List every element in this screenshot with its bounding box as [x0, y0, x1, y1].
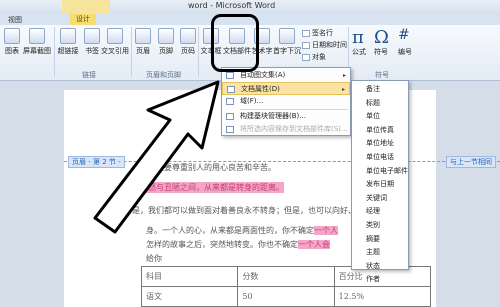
- title-bar: word - Microsoft Word: [0, 0, 500, 14]
- same-as-previous-tag: 与上一节相同: [446, 156, 496, 168]
- bookmark-icon: [84, 28, 100, 44]
- date-time-button[interactable]: 日期和时间: [302, 40, 347, 50]
- calendar-icon: [302, 41, 310, 49]
- equation-pi-icon[interactable]: π: [352, 27, 364, 48]
- menu-item-save-selection: 将所选内容保存到文档部件库(S)...: [222, 123, 350, 136]
- paragraph-line-1: 一点就是要尊重别人的用心良苦和辛苦。: [132, 163, 276, 172]
- number-label[interactable]: 编号: [398, 47, 412, 57]
- page-number-label: 页码: [181, 47, 195, 55]
- header-button[interactable]: 页眉: [132, 28, 154, 56]
- building-blocks-icon: [226, 113, 234, 120]
- chart-icon: [4, 28, 20, 44]
- signature-line-button[interactable]: 签名行: [302, 28, 333, 38]
- autotext-icon: [226, 72, 234, 79]
- submenu-item-manager[interactable]: 经理: [352, 205, 408, 219]
- object-icon: [302, 53, 310, 61]
- quick-parts-menu: 自动图文集(A) ▸ 文档属性(D) ▸ 域(F)... 构建基块管理器(B)...…: [221, 67, 351, 136]
- chart-label: 图表: [5, 47, 19, 55]
- signature-line-label: 签名行: [312, 29, 333, 37]
- submenu-arrow-icon: ▸: [342, 72, 346, 79]
- drop-cap-label: 首字下沉: [273, 47, 301, 55]
- field-icon: [226, 98, 234, 105]
- highlighted-phrase: 一个人: [314, 226, 338, 235]
- menu-item-building-blocks-organizer[interactable]: 构建基块管理器(B)...: [222, 110, 350, 123]
- submenu-item-title[interactable]: 标题: [352, 97, 408, 111]
- footer-button[interactable]: 页脚: [155, 28, 177, 56]
- submenu-item-company[interactable]: 单位: [352, 110, 408, 124]
- cross-reference-icon: [107, 28, 123, 44]
- submenu-item-company-address[interactable]: 单位地址: [352, 137, 408, 151]
- globe-link-icon: [60, 28, 76, 44]
- contextual-tab-header: [62, 0, 110, 14]
- page-number-button[interactable]: 页码: [177, 28, 199, 56]
- screenshot-button[interactable]: 屏幕截图: [22, 28, 52, 56]
- group-label-symbols: 符号: [375, 71, 389, 79]
- hyperlink-label: 超链接: [57, 47, 79, 55]
- document-property-icon: [227, 86, 235, 93]
- submenu-item-category[interactable]: 类别: [352, 219, 408, 233]
- table-row: 语文 50 12.5%: [140, 286, 432, 307]
- submenu-item-keywords[interactable]: 关键词: [352, 192, 408, 206]
- submenu-item-status[interactable]: 状态: [352, 260, 408, 274]
- group-label-header-footer: 页眉和页脚: [146, 71, 181, 79]
- save-selection-icon: [226, 126, 234, 133]
- header-section-tag: 页眉 - 第 2 节 -: [68, 156, 125, 168]
- paragraph-line-4: 身。一个人的心，从来都是两面性的，你不确定一个人: [146, 226, 338, 235]
- submenu-item-comments[interactable]: 备注: [352, 83, 408, 97]
- group-separator: [198, 27, 199, 77]
- document-property-submenu: 备注 标题 单位 单位传真 单位地址 单位电话 单位电子邮件 发布日期 关键词 …: [351, 80, 409, 283]
- chart-button[interactable]: 图表: [1, 28, 23, 56]
- submenu-item-subject[interactable]: 主题: [352, 246, 408, 260]
- screenshot-icon: [29, 28, 45, 44]
- object-label: 对象: [312, 53, 326, 61]
- submenu-item-author[interactable]: 作者: [352, 273, 408, 287]
- symbol-label[interactable]: 符号: [374, 47, 388, 57]
- date-time-label: 日期和时间: [312, 41, 347, 49]
- number-icon[interactable]: #: [398, 27, 410, 43]
- submenu-item-company-phone[interactable]: 单位电话: [352, 151, 408, 165]
- paragraph-line-6: 给你: [146, 254, 162, 263]
- table-cell[interactable]: 语文: [140, 286, 239, 307]
- highlighted-sentence: 在愤怒与丑陋之间，从来都是转身的距离。: [132, 182, 284, 193]
- header-boundary-line: [64, 161, 500, 162]
- symbol-omega-icon[interactable]: Ω: [374, 27, 389, 48]
- tab-design[interactable]: 设计: [70, 14, 96, 25]
- drop-cap-button[interactable]: 首字下沉: [272, 28, 302, 56]
- hyperlink-button[interactable]: 超链接: [56, 28, 80, 56]
- header-icon: [135, 28, 151, 44]
- signature-icon: [302, 29, 310, 37]
- table-cell[interactable]: 12.5%: [333, 286, 432, 307]
- table-cell[interactable]: 50: [237, 286, 335, 307]
- submenu-item-company-fax[interactable]: 单位传真: [352, 124, 408, 138]
- footer-label: 页脚: [159, 47, 173, 55]
- equation-label[interactable]: 公式: [352, 47, 366, 57]
- submenu-item-company-email[interactable]: 单位电子邮件: [352, 165, 408, 179]
- window-title: word - Microsoft Word: [188, 1, 276, 10]
- submenu-item-abstract[interactable]: 摘要: [352, 233, 408, 247]
- table-cell[interactable]: 科目: [140, 266, 239, 287]
- page-number-icon: [180, 28, 196, 44]
- group-separator: [54, 27, 55, 77]
- highlighted-phrase: 一个人会: [298, 240, 330, 249]
- screenshot-label: 屏幕截图: [23, 47, 51, 55]
- menu-item-field[interactable]: 域(F)...: [222, 95, 350, 108]
- submenu-item-publish-date[interactable]: 发布日期: [352, 178, 408, 192]
- footer-icon: [158, 28, 174, 44]
- highlight-circle: [211, 14, 259, 72]
- group-label-links: 链接: [82, 71, 96, 79]
- drop-cap-icon: [279, 28, 295, 44]
- object-button[interactable]: 对象: [302, 52, 326, 62]
- header-label: 页眉: [136, 47, 150, 55]
- cross-reference-label: 交叉引用: [101, 47, 129, 55]
- paragraph-line-5: 怎样的故事之后，突然地转变。你也不确定一个人会: [146, 240, 330, 249]
- table-cell[interactable]: 分数: [237, 266, 335, 287]
- menu-item-document-property[interactable]: 文档属性(D) ▸: [222, 82, 350, 95]
- tab-view[interactable]: 视图: [8, 15, 22, 25]
- cross-reference-button[interactable]: 交叉引用: [100, 28, 130, 56]
